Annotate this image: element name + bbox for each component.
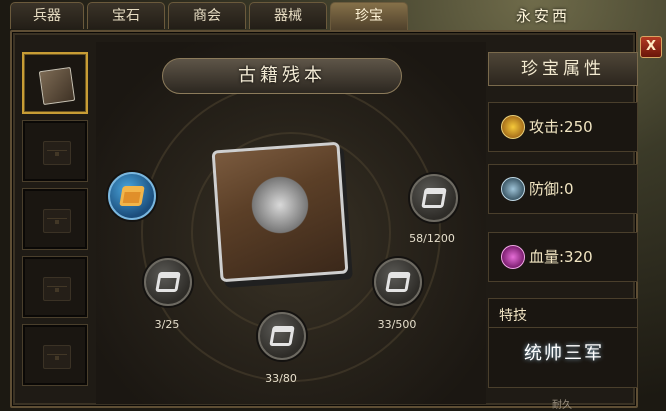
treasure-slot-5[interactable] bbox=[22, 324, 88, 386]
chest-icon bbox=[43, 141, 71, 165]
treasure-slot-4[interactable] bbox=[22, 256, 88, 318]
hp-value: 血量:320 bbox=[529, 248, 593, 266]
close-button[interactable]: X bbox=[640, 36, 662, 58]
item-name-banner: 古籍残本 bbox=[162, 58, 402, 94]
material-progress-bottom: 33/80 bbox=[265, 372, 297, 385]
material-progress-top-right: 58/1200 bbox=[409, 232, 455, 245]
chest-icon bbox=[43, 277, 71, 301]
defense-stat: 防御:0 bbox=[488, 164, 638, 214]
skill-label: 特技 bbox=[499, 308, 527, 324]
ancient-book-image bbox=[206, 140, 356, 290]
durability-label: 耐久 bbox=[552, 400, 572, 411]
treasure-slot-3[interactable] bbox=[22, 188, 88, 250]
book-stack-icon bbox=[119, 186, 145, 206]
book-icon bbox=[385, 272, 411, 292]
book-icon bbox=[421, 188, 447, 208]
book-icon bbox=[155, 272, 181, 292]
tab-gems[interactable]: 宝石 bbox=[87, 2, 165, 29]
treasure-slot-2[interactable] bbox=[22, 120, 88, 182]
treasure-slot-1[interactable] bbox=[22, 52, 88, 114]
material-orb-top-right[interactable] bbox=[410, 174, 458, 222]
ancient-book-icon bbox=[38, 66, 76, 106]
skill-divider bbox=[489, 327, 637, 328]
book-icon bbox=[269, 326, 295, 346]
dragon-emblem-icon bbox=[250, 170, 310, 240]
attack-icon bbox=[501, 115, 525, 139]
chest-icon bbox=[43, 209, 71, 233]
material-orb-right[interactable] bbox=[374, 258, 422, 306]
material-progress-left: 3/25 bbox=[154, 318, 180, 331]
tab-weapons[interactable]: 兵器 bbox=[10, 2, 84, 29]
skill-name: 统帅三军 bbox=[524, 343, 604, 364]
attack-value: 攻击:250 bbox=[529, 118, 593, 136]
material-progress-right: 33/500 bbox=[377, 318, 417, 331]
treasure-slot-list bbox=[22, 52, 92, 404]
city-name: 永安西 bbox=[515, 7, 570, 25]
attack-stat: 攻击:250 bbox=[488, 102, 638, 152]
shield-icon bbox=[501, 177, 525, 201]
skill-box: 特技 统帅三军 bbox=[488, 298, 638, 388]
attribute-panel-title: 珍宝属性 bbox=[488, 52, 638, 86]
defense-value: 防御:0 bbox=[529, 180, 574, 198]
tab-machinery[interactable]: 器械 bbox=[249, 2, 327, 29]
attribute-panel: 珍宝属性 攻击:250 防御:0 血量:320 特技 统帅三军 bbox=[488, 52, 638, 388]
material-orb-bottom[interactable] bbox=[258, 312, 306, 360]
material-gem-orb[interactable] bbox=[108, 172, 156, 220]
tab-treasure[interactable]: 珍宝 bbox=[330, 2, 408, 31]
hp-stat: 血量:320 bbox=[488, 232, 638, 282]
tab-bar: 兵器 宝石 商会 器械 珍宝 bbox=[10, 2, 408, 31]
material-orb-left[interactable] bbox=[144, 258, 192, 306]
chest-icon bbox=[43, 345, 71, 369]
tab-guild[interactable]: 商会 bbox=[168, 2, 246, 29]
hp-icon bbox=[501, 245, 525, 269]
